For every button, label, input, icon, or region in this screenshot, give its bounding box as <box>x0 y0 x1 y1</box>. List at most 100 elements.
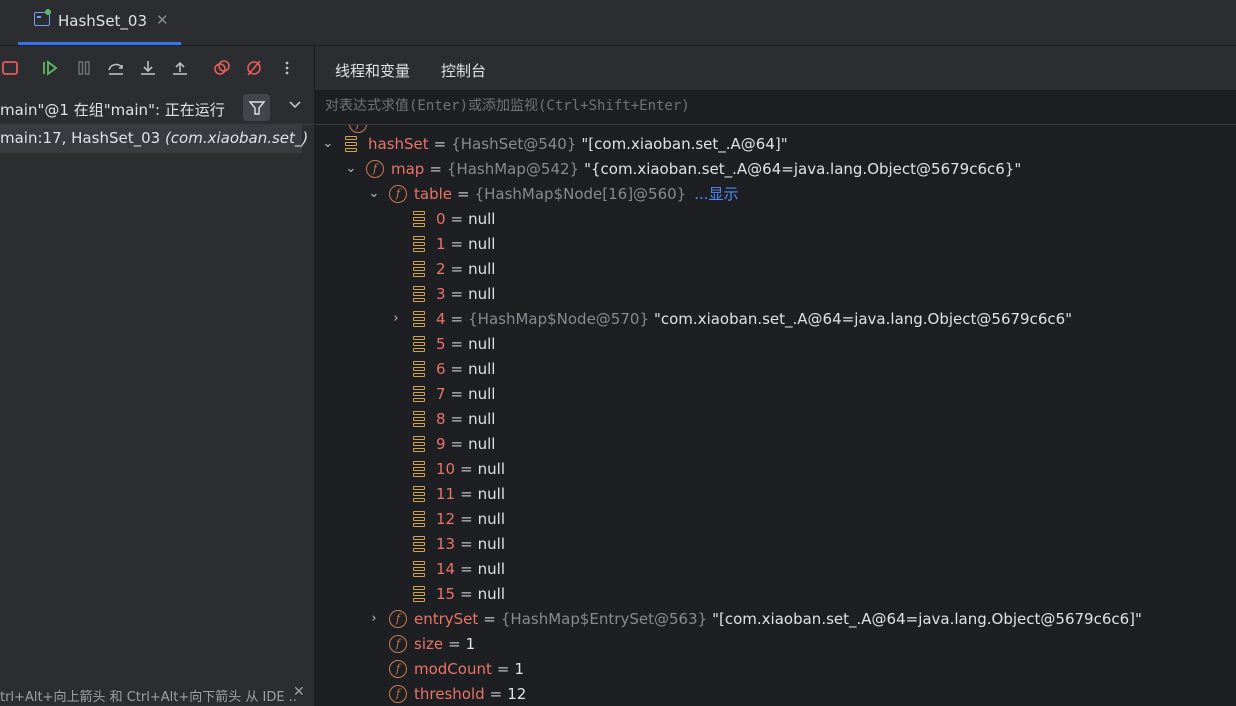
array-element-icon <box>411 360 429 378</box>
entry-value: null <box>477 484 506 503</box>
chevron-right-icon[interactable]: › <box>389 311 403 326</box>
entry-value: null <box>468 434 496 453</box>
tree-row-size[interactable]: f size = 1 <box>389 631 475 656</box>
tree-row-hashset[interactable]: ⌄ hashSet = {HashSet@540} "[com.xiaoban.s… <box>321 131 788 156</box>
entry-index: 2 <box>436 259 446 278</box>
entry-index: 5 <box>436 334 446 353</box>
table-entry-row[interactable]: 14 = null <box>411 556 505 581</box>
chevron-down-icon[interactable]: ⌄ <box>344 161 358 176</box>
entry-value: null <box>468 384 496 403</box>
tree-row-modcount[interactable]: f modCount = 1 <box>389 656 524 681</box>
tab-title: HashSet_03 <box>58 12 148 30</box>
table-entry-row[interactable]: 8 = null <box>411 406 495 431</box>
entry-index: 0 <box>436 209 446 228</box>
array-element-icon <box>411 535 429 553</box>
entry-index: 14 <box>436 559 456 578</box>
navigation-hint: trl+Alt+向上箭头 和 Ctrl+Alt+向下箭头 从 IDE .. <box>0 690 297 705</box>
array-element-icon <box>411 335 429 353</box>
more-options-icon[interactable] <box>277 58 297 78</box>
table-entry-row[interactable]: 11 = null <box>411 481 505 506</box>
stack-frame-item[interactable]: main:17, HashSet_03 (com.xiaoban.set_) <box>0 125 308 153</box>
entry-index: 1 <box>436 234 446 253</box>
entry-value: null <box>477 509 506 528</box>
entry-index: 15 <box>436 584 456 603</box>
debug-frames-panel: main"@1 在组"main": 正在运行 main:17, HashSet_… <box>0 46 315 706</box>
entry-index: 13 <box>436 534 456 553</box>
table-entry-row[interactable]: › 4 = {HashMap$Node@570} "com.xiaoban.set_.A… <box>389 306 1072 331</box>
chevron-down-icon[interactable] <box>288 97 302 115</box>
field-icon: f <box>366 159 384 178</box>
entry-value: null <box>477 534 506 553</box>
table-entry-row[interactable]: 1 = null <box>411 231 495 256</box>
step-out-icon[interactable] <box>170 58 190 78</box>
filter-icon[interactable] <box>243 94 270 121</box>
chevron-right-icon[interactable]: › <box>367 611 381 626</box>
show-link[interactable]: ...显示 <box>694 183 738 204</box>
close-icon[interactable]: ✕ <box>156 11 169 29</box>
evaluate-expression-input[interactable] <box>325 98 1205 114</box>
table-entry-row[interactable]: 5 = null <box>411 331 495 356</box>
active-tab-indicator <box>18 42 181 45</box>
entry-index: 6 <box>436 359 446 378</box>
tab-threads-variables[interactable]: 线程和变量 <box>335 60 410 81</box>
tree-row-table[interactable]: ⌄ f table = {HashMap$Node[16]@560} ...显示 <box>367 181 739 206</box>
resume-icon[interactable] <box>40 58 60 78</box>
table-entry-row[interactable]: 15 = null <box>411 581 505 606</box>
view-breakpoints-icon[interactable] <box>212 58 232 78</box>
stop-icon[interactable] <box>0 58 20 78</box>
table-entry-row[interactable]: 12 = null <box>411 506 505 531</box>
table-entry-row[interactable]: 0 = null <box>411 206 495 231</box>
stack-frame-label: main:17, HashSet_03 (com.xiaoban.set_) <box>0 129 309 147</box>
field-icon: f <box>389 184 407 203</box>
entry-index: 12 <box>436 509 456 528</box>
thread-label: main"@1 在组"main": 正在运行 <box>0 101 225 119</box>
array-element-icon <box>411 485 429 503</box>
tree-row-threshold[interactable]: f threshold = 12 <box>389 681 526 706</box>
tab-console[interactable]: 控制台 <box>441 60 486 81</box>
debug-tab-bar: 线程和变量 控制台 <box>315 46 1236 90</box>
editor-tab-bar: HashSet_03 ✕ <box>0 0 1236 46</box>
table-entry-row[interactable]: 6 = null <box>411 356 495 381</box>
step-into-icon[interactable] <box>138 58 158 78</box>
field-icon: f <box>389 634 407 653</box>
close-icon[interactable]: ✕ <box>293 684 305 700</box>
pause-icon[interactable] <box>74 58 94 78</box>
field-icon: f <box>389 684 407 703</box>
local-variable-icon <box>343 135 361 153</box>
thread-selector[interactable]: main"@1 在组"main": 正在运行 <box>0 92 314 125</box>
entry-value: null <box>468 334 496 353</box>
array-element-icon <box>411 585 429 603</box>
table-entry-row[interactable]: 3 = null <box>411 281 495 306</box>
entry-value: null <box>468 409 496 428</box>
entry-value: null <box>468 284 496 303</box>
running-indicator-icon <box>45 9 51 15</box>
entry-value: null <box>477 559 506 578</box>
table-entry-row[interactable]: 10 = null <box>411 456 505 481</box>
entry-type: {HashMap$Node@570} <box>468 309 649 328</box>
tab-hashset-03[interactable]: HashSet_03 ✕ <box>18 0 181 45</box>
entry-value: null <box>468 259 496 278</box>
table-entry-row[interactable]: 2 = null <box>411 256 495 281</box>
array-element-icon <box>411 285 429 303</box>
entry-index: 7 <box>436 384 446 403</box>
array-element-icon <box>411 560 429 578</box>
chevron-down-icon[interactable]: ⌄ <box>321 136 335 151</box>
entry-index: 8 <box>436 409 446 428</box>
entry-value: null <box>477 584 506 603</box>
tree-row-map[interactable]: ⌄ f map = {HashMap@542} "{com.xiaoban.set… <box>344 156 1021 181</box>
array-element-icon <box>411 260 429 278</box>
table-entry-row[interactable]: 9 = null <box>411 431 495 456</box>
entry-value: null <box>468 209 496 228</box>
entry-index: 11 <box>436 484 456 503</box>
array-element-icon <box>411 310 429 328</box>
array-element-icon <box>411 235 429 253</box>
array-element-icon <box>411 385 429 403</box>
table-entry-row[interactable]: 7 = null <box>411 381 495 406</box>
evaluate-bar <box>315 90 1236 125</box>
step-over-icon[interactable] <box>106 58 126 78</box>
chevron-down-icon[interactable]: ⌄ <box>367 186 381 201</box>
table-entry-row[interactable]: 13 = null <box>411 531 505 556</box>
array-element-icon <box>411 410 429 428</box>
tree-row-entryset[interactable]: › f entrySet = {HashMap$EntrySet@563} "[c… <box>367 606 1142 631</box>
mute-breakpoints-icon[interactable] <box>244 58 264 78</box>
